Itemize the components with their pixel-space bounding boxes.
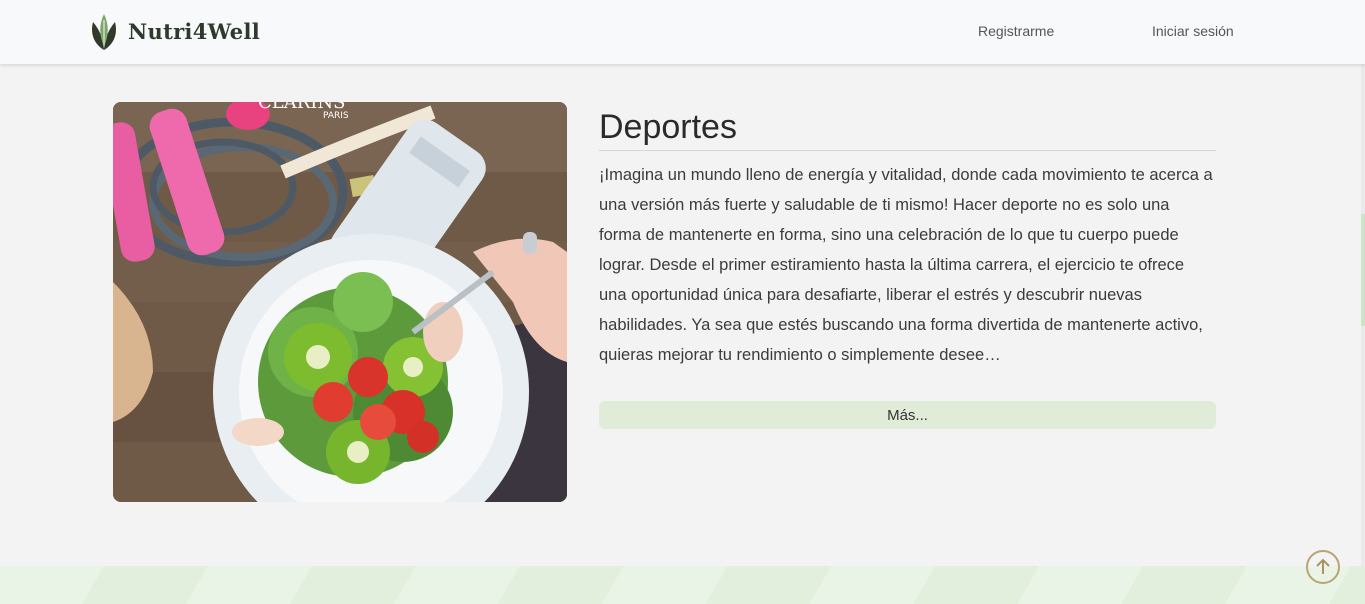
card-description: ¡Imagina un mundo lleno de energía y vit… — [599, 166, 1213, 364]
arrow-up-circle-icon — [1316, 558, 1330, 574]
leaf-logo-icon — [92, 14, 116, 50]
more-button[interactable]: Más... — [599, 401, 1216, 429]
scrollbar-track[interactable] — [1361, 64, 1365, 604]
brand-name: Nutri4Well — [128, 18, 261, 44]
svg-text:PARIS: PARIS — [323, 111, 349, 121]
card-image: CLARINS PARIS — [113, 102, 567, 502]
footer-decor — [0, 566, 1365, 604]
brand-link[interactable]: Nutri4Well — [88, 10, 260, 52]
card-title: Deportes — [599, 108, 737, 146]
scrollbar-thumb[interactable] — [1361, 214, 1365, 326]
register-link[interactable]: Registrarme — [978, 23, 1054, 39]
top-navbar: Nutri4Well Registrarme Iniciar sesión — [0, 0, 1365, 64]
scroll-to-top-button[interactable] — [1306, 550, 1340, 584]
title-divider — [599, 150, 1216, 151]
login-link[interactable]: Iniciar sesión — [1152, 23, 1234, 39]
